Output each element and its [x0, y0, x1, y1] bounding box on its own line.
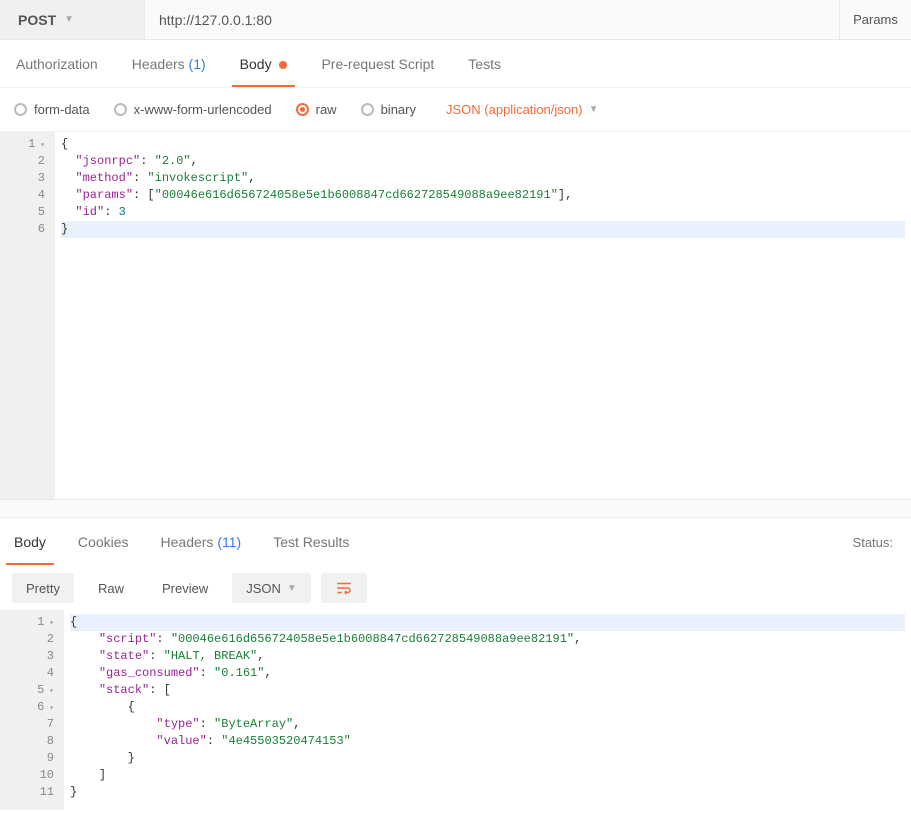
- content-type-dropdown[interactable]: JSON (application/json) ▼: [446, 102, 598, 117]
- raw-button[interactable]: Raw: [84, 573, 138, 603]
- radio-label: raw: [316, 102, 337, 117]
- content-type-label: JSON (application/json): [446, 102, 583, 117]
- body-type-selector: form-data x-www-form-urlencoded raw bina…: [0, 88, 911, 132]
- chevron-down-icon: ▼: [287, 583, 297, 594]
- response-tabs: Body Cookies Headers (11) Test Results S…: [0, 518, 911, 566]
- chevron-down-icon: ▼: [64, 14, 74, 25]
- tab-headers-count: (11): [217, 534, 241, 550]
- radio-icon: [296, 103, 309, 116]
- request-topbar: POST ▼ Params: [0, 0, 911, 40]
- tab-response-testresults[interactable]: Test Results: [271, 520, 351, 564]
- radio-form-data[interactable]: form-data: [14, 102, 90, 117]
- radio-icon: [361, 103, 374, 116]
- chevron-down-icon: ▼: [589, 104, 599, 115]
- wrap-lines-button[interactable]: [321, 573, 367, 603]
- tab-response-headers[interactable]: Headers (11): [159, 520, 244, 564]
- tab-tests[interactable]: Tests: [466, 42, 503, 86]
- request-tabs: Authorization Headers (1) Body Pre-reque…: [0, 40, 911, 88]
- line-gutter: 1 2 3 4 5 6: [0, 132, 55, 499]
- http-method-dropdown[interactable]: POST ▼: [0, 0, 145, 39]
- http-method-label: POST: [18, 12, 56, 28]
- tab-body-label: Body: [240, 56, 272, 72]
- tab-label: Headers: [161, 534, 218, 550]
- pretty-button[interactable]: Pretty: [12, 573, 74, 603]
- response-body-viewer[interactable]: 1 2 3 4 5 6 7 8 9 10 11 { "script": "000…: [0, 610, 911, 810]
- line-gutter: 1 2 3 4 5 6 7 8 9 10 11: [0, 610, 64, 810]
- request-code-area[interactable]: { "jsonrpc": "2.0", "method": "invokescr…: [55, 132, 911, 499]
- radio-label: x-www-form-urlencoded: [134, 102, 272, 117]
- radio-icon: [114, 103, 127, 116]
- tab-response-cookies[interactable]: Cookies: [76, 520, 131, 564]
- response-code-area: { "script": "00046e616d656724058e5e1b600…: [64, 610, 911, 810]
- tab-body[interactable]: Body: [238, 42, 290, 86]
- wrap-icon: [335, 579, 353, 597]
- response-toolbar: Pretty Raw Preview JSON ▼: [0, 566, 911, 610]
- url-input[interactable]: [145, 0, 839, 39]
- tab-headers[interactable]: Headers (1): [130, 42, 208, 86]
- format-label: JSON: [246, 581, 281, 596]
- radio-label: binary: [381, 102, 416, 117]
- radio-urlencoded[interactable]: x-www-form-urlencoded: [114, 102, 272, 117]
- radio-icon: [14, 103, 27, 116]
- status-label: Status:: [853, 535, 899, 550]
- dot-indicator-icon: [279, 61, 287, 69]
- radio-raw[interactable]: raw: [296, 102, 337, 117]
- section-divider: [0, 500, 911, 518]
- tab-response-body[interactable]: Body: [12, 520, 48, 564]
- request-body-editor[interactable]: 1 2 3 4 5 6 { "jsonrpc": "2.0", "method"…: [0, 132, 911, 500]
- radio-label: form-data: [34, 102, 90, 117]
- tab-prerequest[interactable]: Pre-request Script: [319, 42, 436, 86]
- params-button[interactable]: Params: [839, 0, 911, 39]
- tab-headers-label: Headers: [132, 56, 189, 72]
- tab-headers-count: (1): [189, 56, 206, 72]
- radio-binary[interactable]: binary: [361, 102, 416, 117]
- tab-authorization[interactable]: Authorization: [14, 42, 100, 86]
- format-dropdown[interactable]: JSON ▼: [232, 573, 311, 603]
- preview-button[interactable]: Preview: [148, 573, 222, 603]
